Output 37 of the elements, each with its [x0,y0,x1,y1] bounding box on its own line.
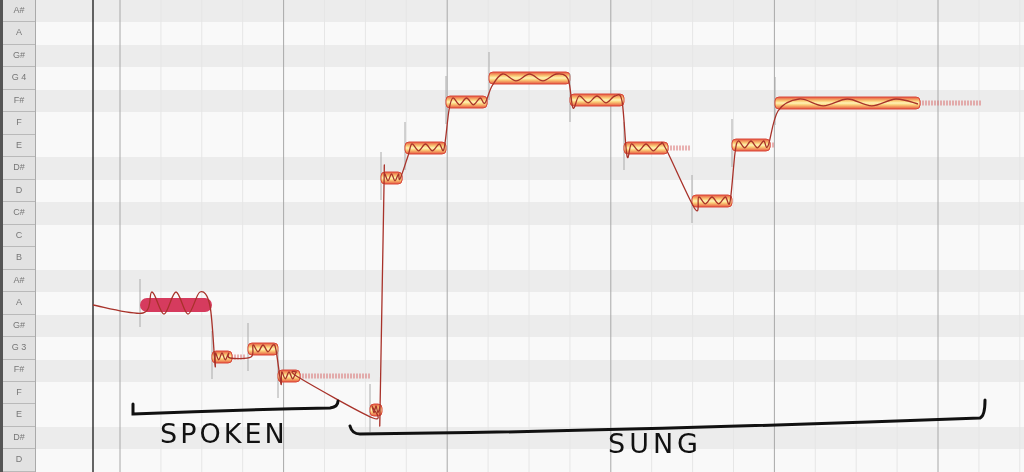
piano-key[interactable]: E [3,134,35,158]
handwritten-label: SPOKEN [160,420,288,447]
note-blob[interactable] [569,73,625,123]
piano-key[interactable]: G# [3,44,35,68]
piano-key[interactable]: F [3,112,35,135]
piano-key[interactable]: F# [3,89,35,113]
piano-key[interactable]: G# [3,314,35,338]
piano-key[interactable]: A# [3,269,35,293]
handwritten-label: SUNG [608,430,703,457]
note-blob[interactable] [139,278,212,328]
piano-key[interactable]: F# [3,359,35,382]
note-blob[interactable] [277,349,370,399]
piano-key[interactable]: C# [3,202,35,225]
piano-key[interactable]: D# [3,157,35,180]
piano-key[interactable]: D [3,179,35,203]
note-blob[interactable] [731,118,774,168]
note-blob[interactable] [488,51,571,101]
piano-key[interactable]: G 3 [3,337,35,360]
note-blob[interactable] [369,383,383,433]
piano-key[interactable]: C [3,224,35,248]
piano-key[interactable]: B [3,247,35,270]
note-blob[interactable] [623,121,690,171]
piano-key[interactable]: A [3,292,35,315]
piano-key[interactable]: A# [3,0,35,23]
piano-key[interactable]: A [3,22,35,45]
piano-key[interactable]: E [3,404,35,427]
piano-key[interactable]: D [3,449,35,472]
note-blob[interactable] [380,151,403,201]
note-blob[interactable] [774,76,981,126]
piano-key[interactable]: D# [3,426,35,450]
note-blob[interactable] [211,330,245,380]
note-blob[interactable] [691,174,733,224]
note-blob[interactable] [445,75,488,125]
note-blob[interactable] [247,322,279,372]
note-blob[interactable] [404,121,447,171]
piano-key[interactable]: F [3,381,35,405]
piano-key[interactable]: G 4 [3,67,35,90]
